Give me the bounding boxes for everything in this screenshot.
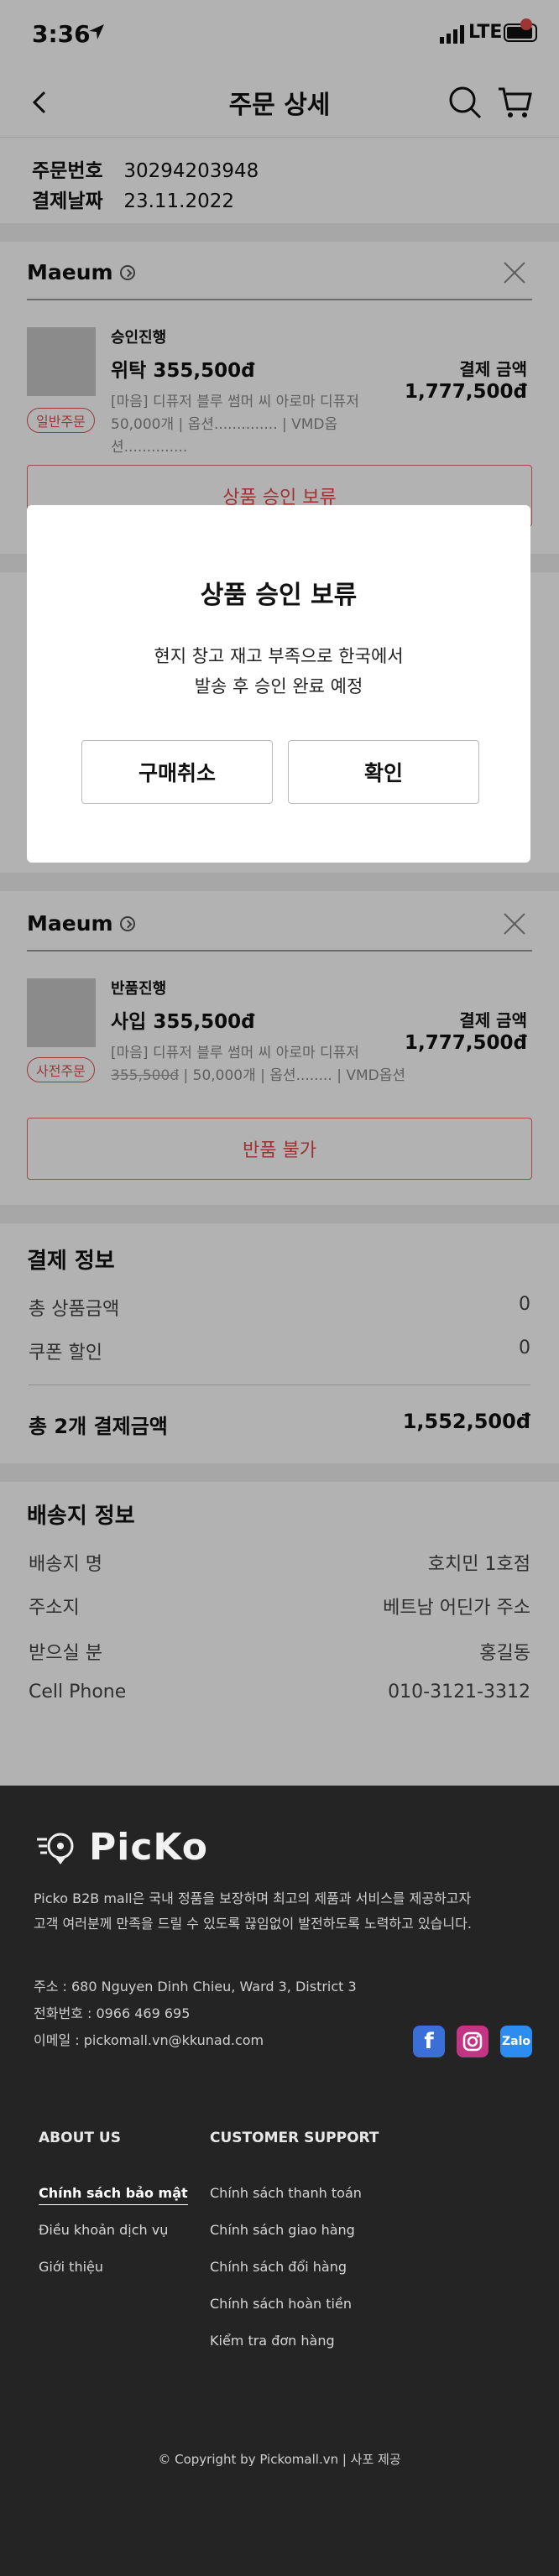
instagram-icon[interactable] [457,2026,488,2057]
footer-link-about[interactable]: Giới thiệu [39,2259,103,2275]
zalo-icon[interactable]: Zalo [500,2026,532,2057]
footer-address: 주소 : 680 Nguyen Dinh Chieu, Ward 3, Dist… [34,1979,357,1995]
footer-link-refund[interactable]: Chính sách hoàn tiền [210,2296,352,2312]
footer-description: Picko B2B mall은 국내 정품을 보장하며 최고의 제품과 서비스를… [34,1886,537,1937]
customer-support-heading: CUSTOMER SUPPORT [210,2130,379,2146]
footer-description-line1: Picko B2B mall은 국내 정품을 보장하며 최고의 제품과 서비스를… [34,1890,472,1906]
footer-link-terms[interactable]: Điều khoản dịch vụ [39,2222,168,2238]
footer-link-delivery[interactable]: Chính sách giao hàng [210,2222,355,2238]
footer-logo: PicKo [37,1826,208,1869]
brand-logo-icon [37,1833,74,1864]
copyright: © Copyright by Pickomall.vn | 사포 제공 [158,2452,401,2467]
footer-link-privacy[interactable]: Chính sách bảo mật [39,2185,188,2205]
brand-name: PicKo [89,1826,208,1869]
about-us-heading: ABOUT US [39,2130,121,2146]
footer-description-line2: 고객 여러분께 만족을 드릴 수 있도록 끊임없이 발전하도록 노력하고 있습니… [34,1916,472,1932]
order-detail-page: 3:36 LTE 주문 상세 주문번호 30294203948 결제날짜 23.… [0,0,559,2576]
dialog-message-line2: 발송 후 승인 완료 예정 [194,676,363,696]
footer-link-payment[interactable]: Chính sách thanh toán [210,2185,362,2201]
dialog-message-line1: 현지 창고 재고 부족으로 한국에서 [154,646,404,666]
footer-link-exchange[interactable]: Chính sách đổi hàng [210,2259,347,2275]
facebook-icon[interactable]: f [413,2026,445,2057]
footer-link-order-check[interactable]: Kiểm tra đơn hàng [210,2333,335,2349]
modal-backdrop[interactable] [0,0,559,1786]
site-footer: PicKo Picko B2B mall은 국내 정품을 보장하며 최고의 제품… [0,1786,559,2576]
approval-hold-dialog: 상품 승인 보류 현지 창고 재고 부족으로 한국에서 발송 후 승인 완료 예… [27,505,530,863]
dialog-message: 현지 창고 재고 부족으로 한국에서 발송 후 승인 완료 예정 [27,641,530,701]
cancel-purchase-button[interactable]: 구매취소 [81,740,273,804]
footer-email[interactable]: 이메일 : pickomall.vn@kkunad.com [34,2029,264,2049]
footer-phone: 전화번호 : 0966 469 695 [34,2005,191,2021]
confirm-button[interactable]: 확인 [288,740,479,804]
dialog-title: 상품 승인 보류 [200,581,358,610]
